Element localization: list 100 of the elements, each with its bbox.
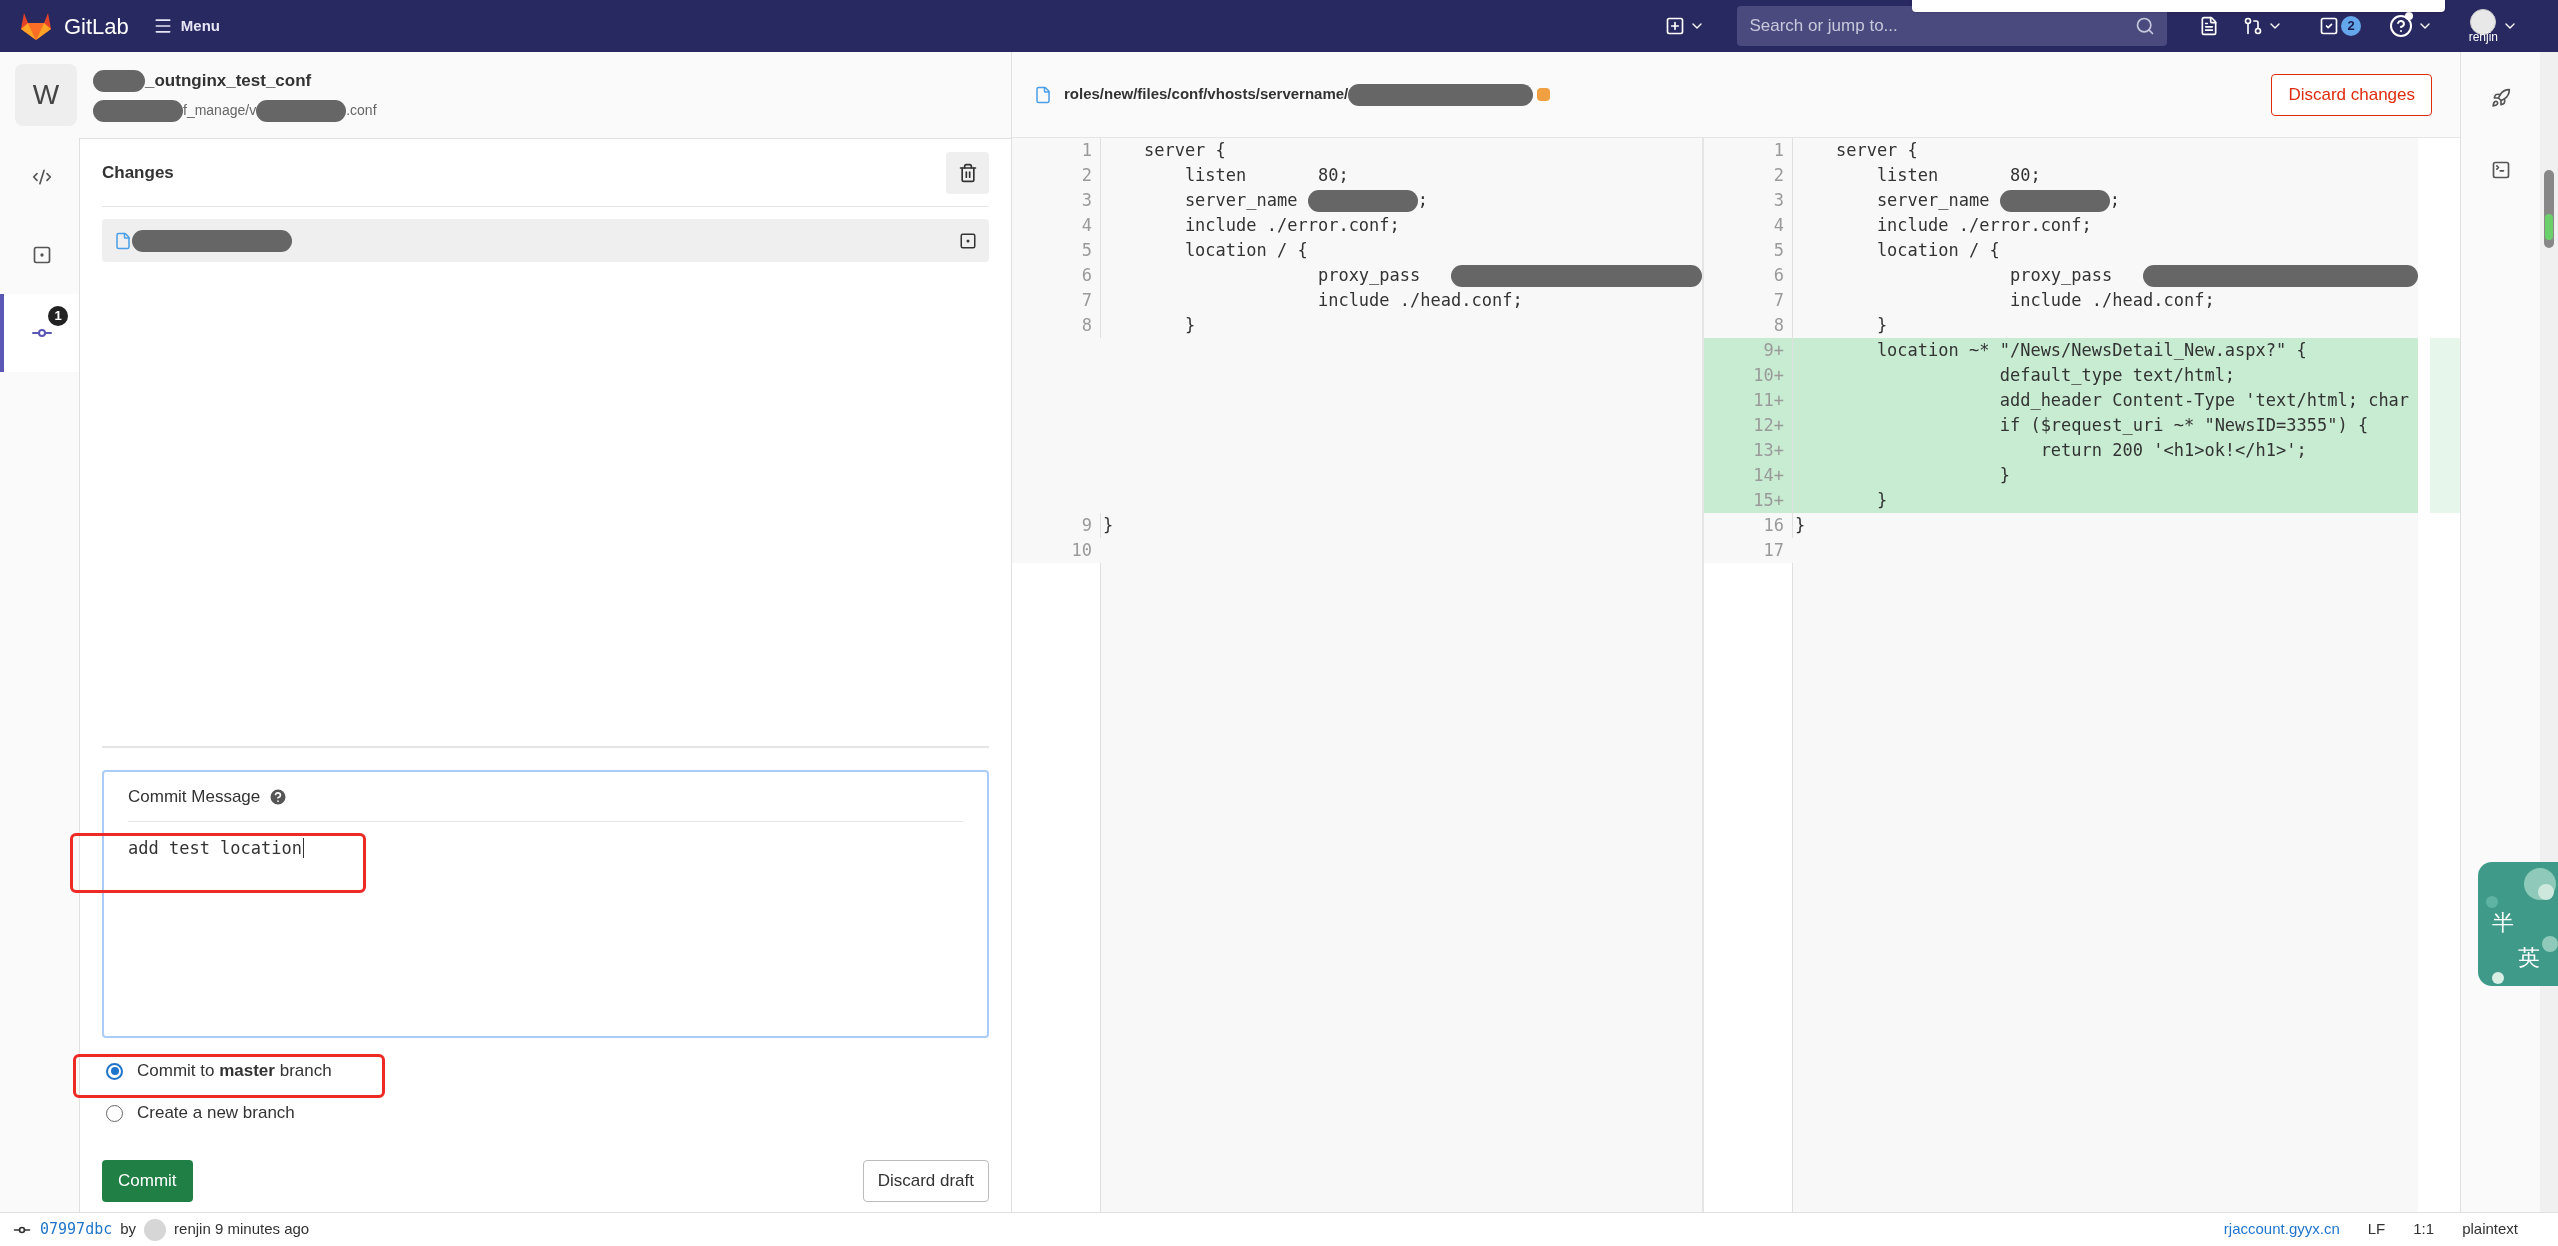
todos-button[interactable]: 2 bbox=[2319, 16, 2361, 36]
terminal-icon bbox=[2490, 160, 2511, 180]
code-text: ; bbox=[1417, 188, 1428, 212]
panel-title: Changes bbox=[102, 161, 174, 184]
by-text: by bbox=[120, 1219, 137, 1240]
rocket-button[interactable] bbox=[2490, 88, 2511, 108]
code-text: location / { bbox=[1875, 238, 2000, 262]
code-text: default_type text/html; bbox=[1998, 363, 2236, 387]
line-number: 10+ bbox=[1752, 363, 1785, 387]
line-number: 8 bbox=[1080, 313, 1093, 337]
line-number: 9+ bbox=[1762, 338, 1785, 362]
change-marker bbox=[2430, 488, 2460, 513]
field-label: Commit Message bbox=[128, 785, 261, 808]
code-text: } bbox=[1795, 513, 1806, 537]
help-icon bbox=[2388, 14, 2413, 38]
code-text: server { bbox=[1142, 138, 1226, 162]
redaction-mark bbox=[93, 70, 145, 92]
line-number: 7 bbox=[1080, 288, 1093, 312]
checkbox-icon bbox=[2319, 16, 2340, 36]
file-icon bbox=[114, 231, 132, 250]
line-number: 6 bbox=[1772, 263, 1785, 287]
radio-option[interactable]: Create a new branch bbox=[102, 1100, 989, 1126]
author-time: renjin 9 minutes ago bbox=[174, 1219, 310, 1240]
line-number: 8 bbox=[1772, 313, 1785, 337]
radio-label: Commit to master branch bbox=[137, 1060, 332, 1083]
sidebar-tab[interactable]: 1 bbox=[0, 294, 79, 372]
terminal-button[interactable] bbox=[2490, 160, 2511, 180]
language: plaintext bbox=[2462, 1219, 2518, 1240]
user-menu[interactable]: renjin bbox=[2468, 9, 2518, 43]
project-path: .conf bbox=[346, 101, 377, 121]
line-number: 2 bbox=[1080, 163, 1093, 187]
code-text: listen 80; bbox=[1875, 163, 2041, 187]
line-number: 6 bbox=[1080, 263, 1093, 287]
line-number: 7 bbox=[1772, 288, 1785, 312]
avatar bbox=[144, 1218, 167, 1241]
radio-option[interactable]: Commit to master branch bbox=[102, 1058, 989, 1084]
code-text: include ./head.conf; bbox=[1316, 288, 1523, 312]
code-text: include ./error.conf; bbox=[1183, 213, 1400, 237]
merge-request-icon bbox=[2243, 16, 2264, 36]
commit-link[interactable]: 07997dbc bbox=[40, 1218, 113, 1241]
line-ending: LF bbox=[2367, 1219, 2386, 1240]
code-text: location / { bbox=[1183, 238, 1308, 262]
line-number: 3 bbox=[1080, 188, 1093, 212]
plus-icon bbox=[1665, 16, 1686, 36]
menu-button[interactable]: Menu bbox=[152, 14, 220, 38]
project-name: _outnginx_test_conf bbox=[145, 70, 312, 93]
line-number: 1 bbox=[1080, 138, 1093, 162]
ime-mode-text: 英 bbox=[2518, 944, 2541, 972]
discard-all-button[interactable] bbox=[946, 151, 989, 194]
file-row[interactable] bbox=[102, 219, 989, 262]
count-badge: 2 bbox=[2341, 16, 2361, 36]
line-number: 2 bbox=[1772, 163, 1785, 187]
code-text: location ~* "/News/NewsDetail_New.aspx?" { bbox=[1875, 338, 2307, 362]
modified-icon bbox=[1537, 88, 1551, 101]
line-number: 11+ bbox=[1752, 388, 1785, 412]
line-number: 4 bbox=[1080, 213, 1093, 237]
file-icon bbox=[1034, 85, 1052, 104]
line-number: 4 bbox=[1772, 213, 1785, 237]
document-icon bbox=[2199, 16, 2220, 36]
line-number: 17 bbox=[1762, 538, 1785, 562]
commit-message-box[interactable]: Commit Message add test location bbox=[102, 770, 989, 1038]
search-field[interactable]: Search or jump to... bbox=[1737, 6, 2168, 46]
line-number: 13+ bbox=[1752, 438, 1785, 462]
trash-icon bbox=[957, 162, 978, 183]
radio-button[interactable] bbox=[106, 1062, 123, 1080]
code-text: } bbox=[1998, 463, 2010, 487]
code-text: server { bbox=[1834, 138, 1918, 162]
host-link[interactable]: rjaccount.gyyx.cn bbox=[2223, 1218, 2340, 1241]
code-text: return 200 '<h1>ok!</h1>'; bbox=[2039, 438, 2307, 462]
discard-draft-button[interactable]: Discard draft bbox=[862, 1160, 989, 1202]
count-badge: 1 bbox=[48, 306, 68, 326]
discard-changes-button[interactable]: Discard changes bbox=[2271, 73, 2432, 116]
code-text: } bbox=[1875, 488, 1888, 512]
code-text: include ./head.conf; bbox=[2008, 288, 2215, 312]
search-icon bbox=[2135, 16, 2156, 36]
line-number: 14+ bbox=[1752, 463, 1785, 487]
commit-button[interactable]: Commit bbox=[102, 1160, 193, 1202]
code-text: add_header Content-Type 'text/html; char bbox=[1998, 388, 2410, 412]
logo-text: GitLab bbox=[64, 12, 129, 41]
change-marker bbox=[2430, 338, 2460, 363]
line-number: 3 bbox=[1772, 188, 1785, 212]
line-number: 5 bbox=[1772, 238, 1785, 262]
code-text: listen 80; bbox=[1183, 163, 1349, 187]
code-text: include ./error.conf; bbox=[1875, 213, 2092, 237]
code-text: server_name bbox=[1875, 188, 1991, 212]
project-avatar: W bbox=[15, 64, 77, 126]
project-path: f_manage/v bbox=[183, 101, 257, 121]
commit-message-input[interactable]: add test location bbox=[128, 838, 304, 858]
fox-logo-icon bbox=[20, 11, 52, 41]
line-number: 10 bbox=[1070, 538, 1093, 562]
line-number: 16 bbox=[1762, 513, 1785, 537]
radio-label: Create a new branch bbox=[137, 1102, 295, 1125]
rocket-icon bbox=[2490, 88, 2511, 108]
user-name: renjin bbox=[2468, 31, 2498, 43]
code-icon bbox=[31, 167, 52, 187]
help-icon bbox=[268, 786, 289, 807]
code-text: } bbox=[1103, 513, 1114, 537]
line-number: 1 bbox=[1772, 138, 1785, 162]
line-number: 5 bbox=[1080, 238, 1093, 262]
ime-mode-text: 半 bbox=[2492, 909, 2515, 937]
